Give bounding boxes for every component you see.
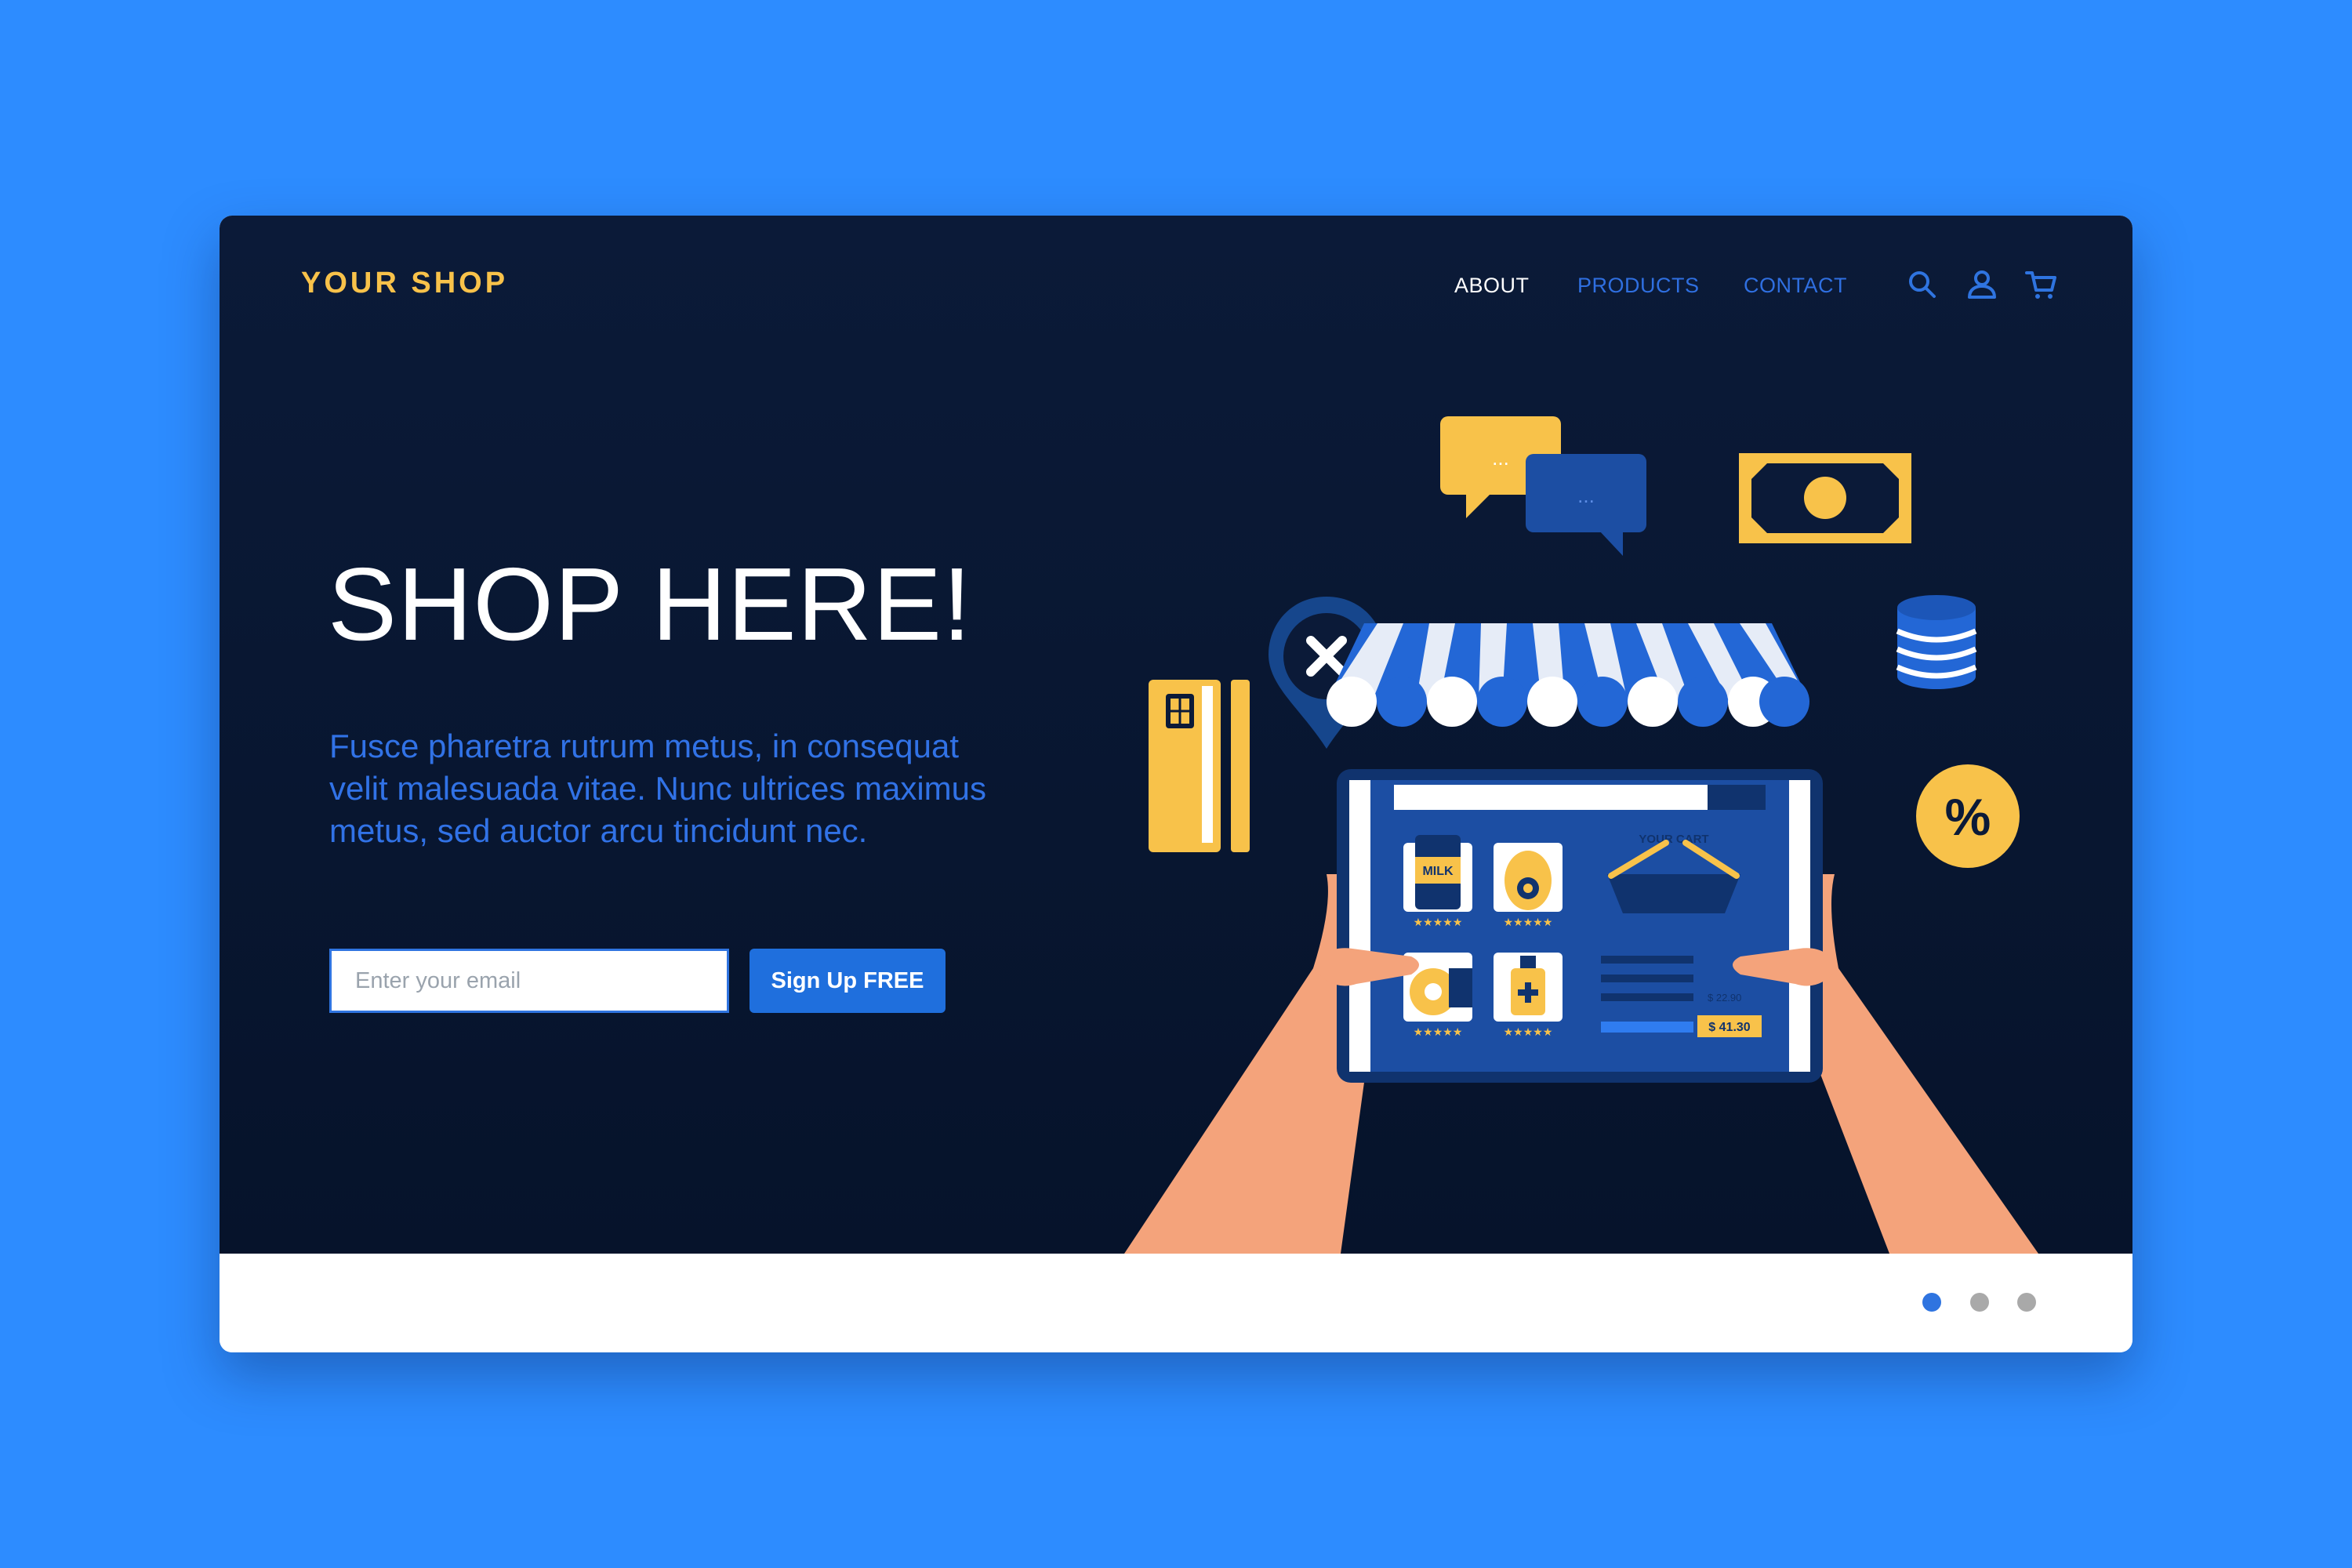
landing-page-card: YOUR SHOP ABOUT PRODUCTS CONTACT SHOP HE… <box>220 216 2132 1352</box>
footer-bar <box>220 1254 2132 1352</box>
milk-label: MILK <box>1422 865 1454 878</box>
credit-card-icon <box>1149 680 1250 852</box>
cart-total: $ 41.30 <box>1708 1021 1750 1034</box>
chat-bubble-dots-2: ... <box>1577 484 1595 507</box>
percent-badge-icon: % <box>1916 764 2020 868</box>
cart-line-price: $ 22.90 <box>1708 992 1741 1004</box>
percent-badge-text: % <box>1945 788 1991 846</box>
pagination-dot-2[interactable] <box>1970 1293 1989 1312</box>
cart-title: YOUR CART <box>1639 833 1708 846</box>
tablet-icon: MILK ★★★★★ ★★★★★ ★★★★★ ★★★★★ YOUR CART $… <box>1337 769 1823 1083</box>
svg-text:★★★★★: ★★★★★ <box>1414 1026 1463 1039</box>
svg-text:★★★★★: ★★★★★ <box>1504 1026 1553 1039</box>
product-tile-avocado: ★★★★★ <box>1494 843 1563 929</box>
pagination-dot-3[interactable] <box>2017 1293 2036 1312</box>
shop-awning-icon <box>1327 623 1809 727</box>
banknote-icon <box>1739 453 1911 543</box>
shopping-illustration: ... ... % MILK ★★★★★ ★★★★★ ★★★★★ ★★★★★ Y… <box>1124 416 2038 1254</box>
chat-bubble-dots: ... <box>1492 446 1509 470</box>
hero-section: YOUR SHOP ABOUT PRODUCTS CONTACT SHOP HE… <box>220 216 2132 1254</box>
coins-icon <box>1896 595 1977 689</box>
svg-text:★★★★★: ★★★★★ <box>1414 916 1463 929</box>
svg-text:★★★★★: ★★★★★ <box>1504 916 1553 929</box>
chat-bubbles-icon: ... ... <box>1440 416 1646 556</box>
product-tile-sanitizer: ★★★★★ <box>1494 953 1563 1039</box>
pagination-dot-1[interactable] <box>1922 1293 1941 1312</box>
